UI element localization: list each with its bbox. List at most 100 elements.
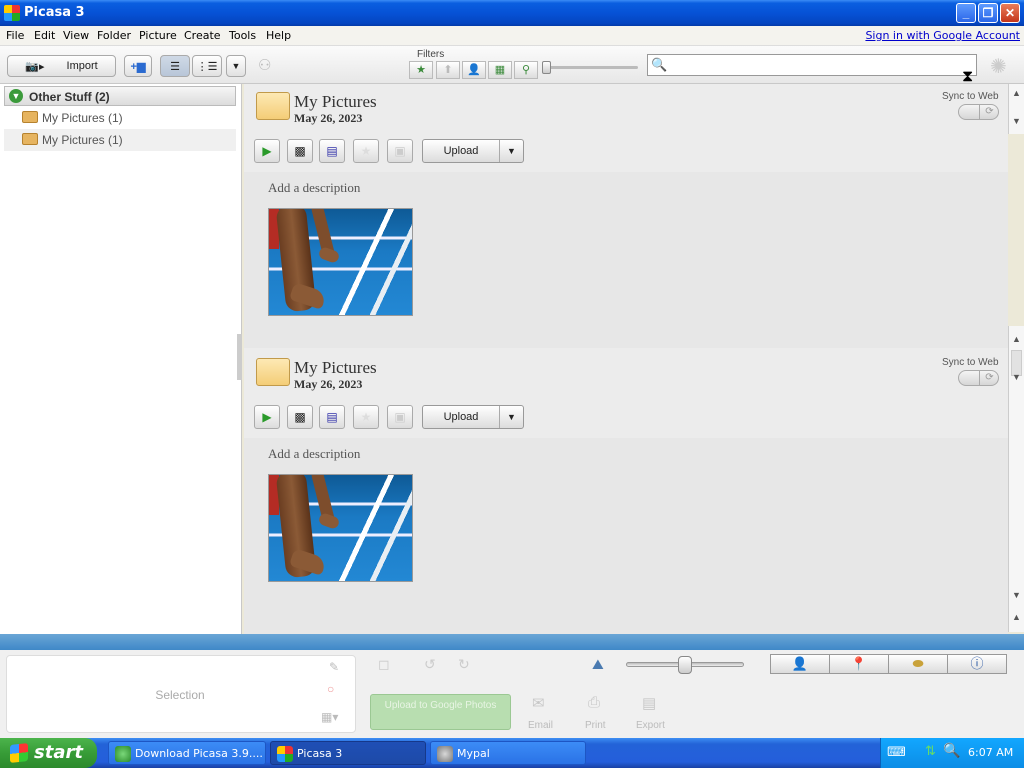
places-tab-button[interactable]: 📍: [829, 654, 889, 674]
scroll-up-icon[interactable]: ▲: [1009, 86, 1024, 101]
add-to-album-button[interactable]: +▆: [124, 55, 152, 77]
movie-button[interactable]: ▤: [319, 139, 345, 163]
filter-geotagged-button[interactable]: ⚲: [514, 61, 538, 79]
movie-button[interactable]: ▤: [319, 405, 345, 429]
pin-icon: ⚲: [521, 64, 531, 76]
tags-tab-button[interactable]: ⬬: [888, 654, 948, 674]
main-scrollbar[interactable]: ▲ ▼ ▼ ▲: [1008, 326, 1024, 632]
filter-faces-button[interactable]: 👤: [462, 61, 486, 79]
filter-movies-button[interactable]: ▦: [488, 61, 512, 79]
photo-thumbnail[interactable]: [268, 474, 413, 582]
mypal-icon: [437, 746, 453, 762]
filter-slider-track[interactable]: [544, 66, 638, 69]
taskbar-item-download-picasa[interactable]: Download Picasa 3.9....: [108, 741, 266, 765]
scroll-down-icon[interactable]: ▼: [1009, 588, 1024, 603]
clear-icon[interactable]: ○: [327, 682, 334, 696]
menu-help[interactable]: Help: [266, 29, 291, 42]
person-icon: 👤: [467, 64, 481, 76]
chevron-down-icon: ▼: [231, 61, 241, 71]
collection-header[interactable]: ▼ Other Stuff (2): [4, 86, 236, 106]
menu-view[interactable]: View: [63, 29, 89, 42]
selection-label: Selection: [155, 688, 205, 702]
chevron-down-icon[interactable]: ▼: [499, 140, 523, 162]
import-button[interactable]: 📷▸ Import: [7, 55, 116, 77]
email-button[interactable]: Email: [528, 720, 553, 731]
search-icon[interactable]: 🔍: [943, 742, 960, 759]
collage-button[interactable]: ▩: [287, 405, 313, 429]
menu-file[interactable]: File: [6, 29, 24, 42]
scroll-down-icon[interactable]: ▼: [1009, 370, 1024, 385]
filter-slider-handle[interactable]: [542, 61, 551, 74]
people-tab-button[interactable]: 👤: [770, 654, 830, 674]
upload-button[interactable]: Upload ▼: [422, 139, 524, 163]
maximize-button[interactable]: ❐: [978, 3, 998, 23]
scroll-up-icon[interactable]: ▲: [1009, 332, 1024, 347]
email-icon[interactable]: ✉: [532, 694, 545, 712]
menu-edit[interactable]: Edit: [34, 29, 55, 42]
upload-arrow-icon: ⬆: [443, 64, 453, 76]
filter-starred-button[interactable]: ★: [409, 61, 433, 79]
description-field[interactable]: Add a description: [268, 180, 360, 196]
view-dropdown-button[interactable]: ▼: [226, 55, 246, 77]
export-icon[interactable]: ▤: [642, 694, 656, 712]
star-button[interactable]: ★: [353, 139, 379, 163]
keyboard-icon[interactable]: ⌨: [887, 744, 906, 760]
chevron-down-icon[interactable]: ▼: [499, 406, 523, 428]
star-icon: ★: [360, 144, 372, 158]
pin-icon[interactable]: ✎: [329, 660, 339, 674]
folder-name[interactable]: My Pictures: [294, 92, 377, 112]
picasa-icon: [277, 746, 293, 762]
folder-item[interactable]: My Pictures (1): [4, 107, 236, 129]
menu-tools[interactable]: Tools: [229, 29, 256, 42]
menu-folder[interactable]: Folder: [97, 29, 131, 42]
collage-button[interactable]: ▩: [287, 139, 313, 163]
list-view-button[interactable]: ☰: [160, 55, 190, 77]
menu-picture[interactable]: Picture: [139, 29, 177, 42]
selection-box: Selection ✎ ○ ▦▾: [6, 655, 356, 733]
sync-to-web-toggle[interactable]: ⟳: [958, 104, 999, 120]
start-button[interactable]: start: [0, 738, 97, 768]
people-icon[interactable]: ⚇: [258, 56, 271, 74]
sign-in-link[interactable]: Sign in with Google Account: [865, 29, 1020, 42]
picasa-app-icon: [4, 5, 20, 21]
scroll-up-icon[interactable]: ▲: [1009, 610, 1024, 625]
search-box[interactable]: 🔍: [647, 54, 977, 76]
minimize-button[interactable]: _: [956, 3, 976, 23]
folder-name[interactable]: My Pictures: [294, 358, 377, 378]
upload-button[interactable]: Upload ▼: [422, 405, 524, 429]
export-button[interactable]: Export: [636, 720, 665, 731]
rotate-left-icon[interactable]: ↺: [424, 656, 436, 673]
filter-uploaded-button[interactable]: ⬆: [436, 61, 460, 79]
search-input[interactable]: [670, 57, 970, 73]
crop-icon[interactable]: ◻: [378, 656, 390, 673]
network-icon[interactable]: ⇅: [925, 743, 936, 759]
print-button[interactable]: Print: [585, 720, 606, 731]
folder-scrollbar[interactable]: ▲ ▼: [1008, 84, 1024, 134]
print-icon[interactable]: ⎙: [588, 694, 600, 711]
collapse-arrow-icon[interactable]: ▼: [9, 89, 23, 103]
taskbar-item-picasa[interactable]: Picasa 3: [270, 741, 426, 765]
star-button[interactable]: ★: [353, 405, 379, 429]
close-button[interactable]: ✕: [1000, 3, 1020, 23]
properties-tab-button[interactable]: ⓘ: [947, 654, 1007, 674]
scroll-down-icon[interactable]: ▼: [1009, 114, 1024, 129]
play-slideshow-button[interactable]: ▶: [254, 139, 280, 163]
panel-splitter[interactable]: [237, 334, 242, 380]
taskbar-item-mypal[interactable]: Mypal: [430, 741, 586, 765]
save-button[interactable]: ▣: [387, 139, 413, 163]
thumbnail-size-handle[interactable]: [678, 656, 692, 674]
movie-icon: ▤: [326, 410, 338, 424]
movie-icon: ▤: [326, 144, 338, 158]
upload-label: Upload: [443, 145, 479, 157]
menu-create[interactable]: Create: [184, 29, 221, 42]
album-icon[interactable]: ▦▾: [321, 710, 338, 724]
play-slideshow-button[interactable]: ▶: [254, 405, 280, 429]
sync-to-web-toggle[interactable]: ⟳: [958, 370, 999, 386]
folder-item[interactable]: My Pictures (1): [4, 129, 236, 151]
upload-to-google-photos-button[interactable]: Upload to Google Photos: [370, 694, 511, 730]
description-field[interactable]: Add a description: [268, 446, 360, 462]
tree-view-button[interactable]: ⋮☰: [192, 55, 222, 77]
photo-thumbnail[interactable]: [268, 208, 413, 316]
save-button[interactable]: ▣: [387, 405, 413, 429]
rotate-right-icon[interactable]: ↻: [458, 656, 470, 673]
